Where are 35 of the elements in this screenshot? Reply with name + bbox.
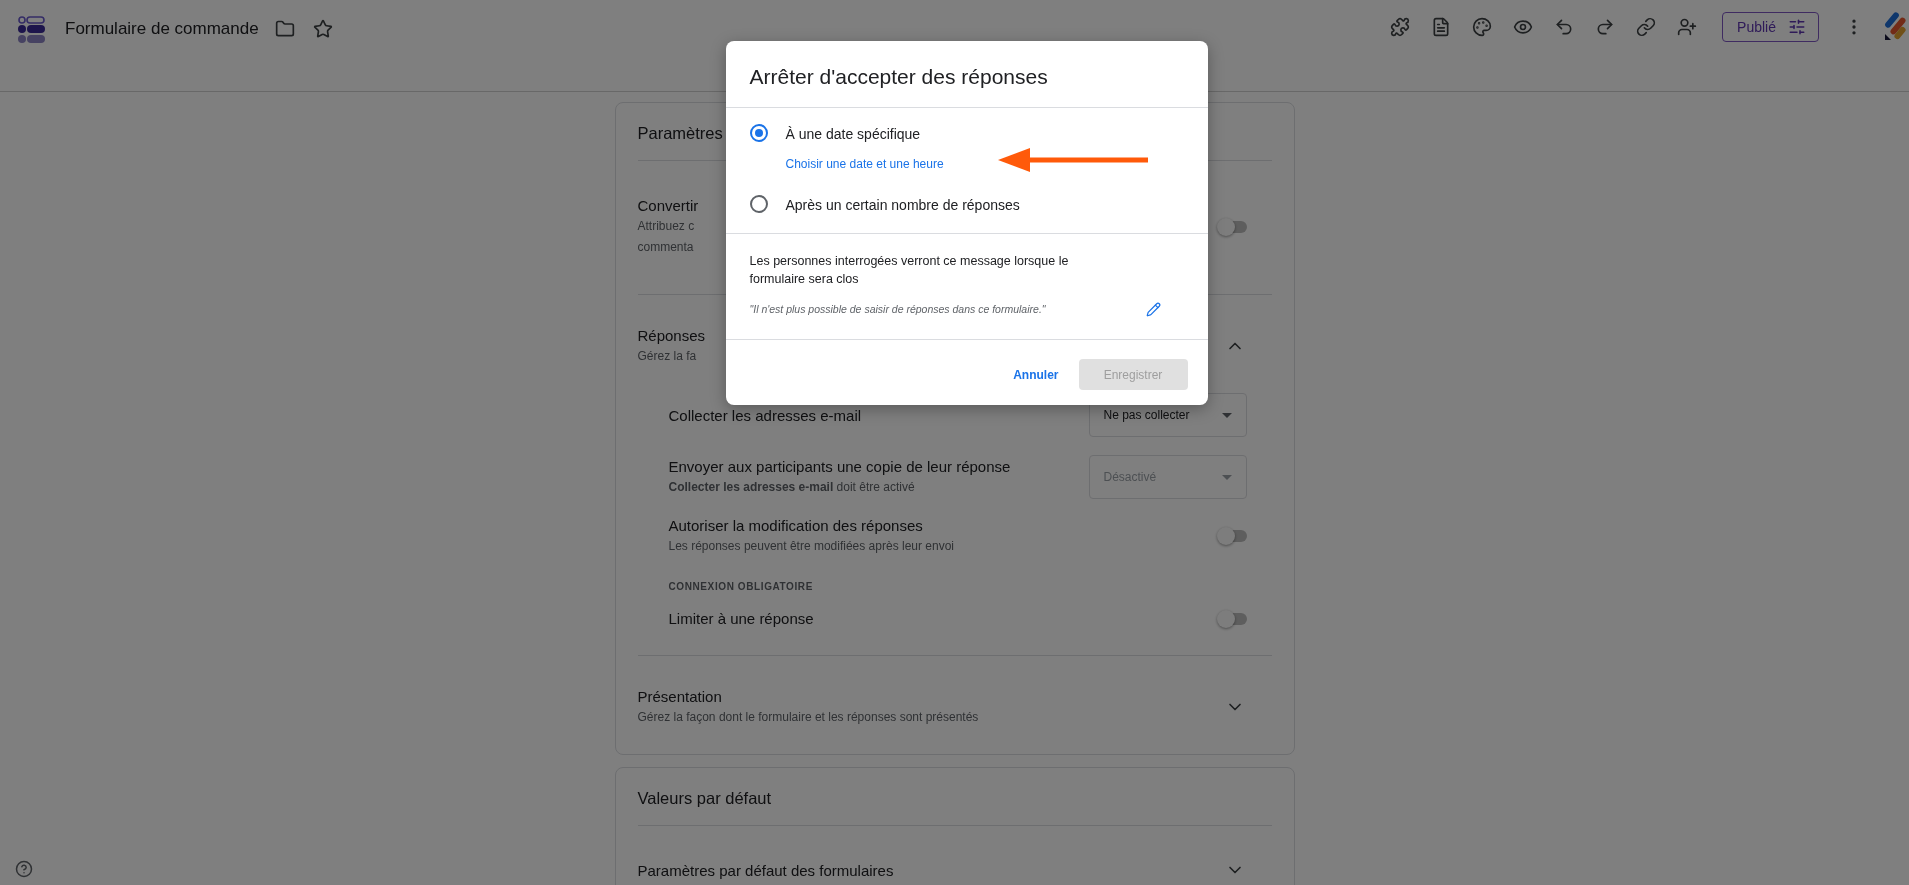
section-title: Réponses [637, 327, 706, 344]
setting-label: Autoriser la modification des réponses [668, 517, 924, 534]
dropdown-caret-icon [1221, 474, 1232, 480]
section-description: Gérez la fa [637, 348, 698, 365]
radio-button[interactable] [749, 124, 768, 142]
section-description: Gérez la façon dont le formulaire et les réponses sont présentés [637, 709, 979, 726]
setting-description: Attribuez c [637, 218, 696, 235]
toggle-switch[interactable] [1218, 612, 1247, 625]
setting-title: Convertir [637, 197, 699, 214]
card-title: Valeurs par défaut [637, 768, 1272, 826]
option-label: À une date spécifique [785, 126, 922, 142]
dropdown-caret-icon [1221, 412, 1232, 418]
form-title[interactable]: Formulaire de commande [65, 19, 259, 39]
closed-message: "Il n'est plus possible de saisir de réponses dans ce formulaire." [749, 303, 1046, 315]
option-label: Après un certain nombre de réponses [785, 197, 1020, 213]
forms-logo [18, 15, 45, 43]
setting-note: Les réponses peuvent être modifiées après leur envoi [668, 538, 954, 555]
setting-label: Collecter les adresses e-mail [668, 406, 862, 424]
help-icon[interactable] [15, 860, 33, 878]
message-description: Les personnes interrogées verront ce message lorsque le formulaire sera clos [749, 253, 1070, 288]
setting-note: Collecter les adresses e-mail doit être activé [668, 479, 916, 496]
section-title: Présentation [637, 688, 723, 705]
app-logo [1883, 12, 1907, 42]
section-title: Paramètres par défaut des formulaires [637, 861, 894, 879]
toggle-switch[interactable] [1218, 220, 1247, 233]
setting-label: Limiter à une réponse [668, 610, 814, 627]
cancel-button[interactable]: Annuler [1009, 359, 1063, 390]
sliders-icon [1788, 18, 1806, 36]
setting-label: Envoyer aux participants une copie de leur réponse [668, 458, 1011, 475]
toggle-switch[interactable] [1218, 530, 1247, 542]
setting-description: commenta [637, 239, 695, 256]
publish-button[interactable]: Publié [1722, 12, 1819, 42]
radio-button[interactable] [749, 195, 768, 213]
section-heading: CONNEXION OBLIGATOIRE [668, 581, 814, 592]
dialog-title: Arrêter d'accepter des réponses [725, 41, 1208, 108]
